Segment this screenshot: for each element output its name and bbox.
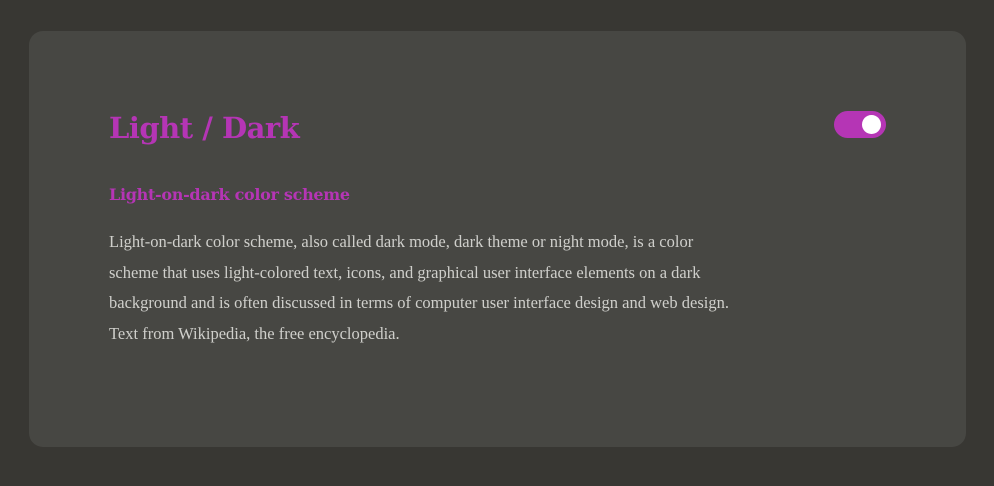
dark-mode-toggle[interactable] [834, 111, 886, 138]
toggle-knob[interactable] [862, 115, 881, 134]
card-title: Light / Dark [109, 111, 300, 145]
theme-card: Light / Dark Light-on-dark color scheme … [29, 31, 966, 447]
card-body-text: Light-on-dark color scheme, also called … [109, 232, 729, 343]
card-subtitle: Light-on-dark color scheme [109, 185, 350, 204]
